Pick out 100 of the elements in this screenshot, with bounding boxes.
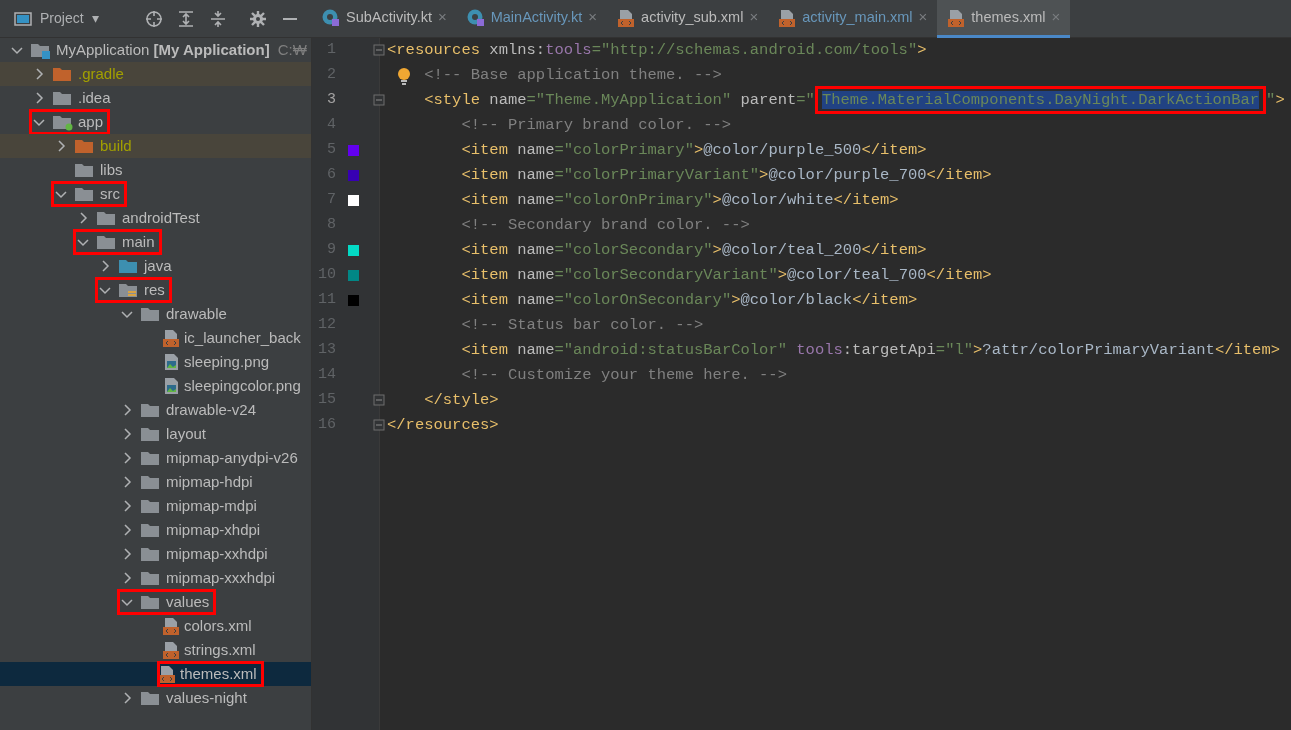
tree-item[interactable]: drawable [0, 302, 311, 326]
chevron-right-icon[interactable] [121, 404, 133, 416]
item-label: drawable-v24 [166, 399, 257, 420]
tree-item[interactable]: mipmap-xhdpi [0, 518, 311, 542]
tree-item[interactable]: build [0, 134, 311, 158]
tree-item[interactable]: ic_launcher_back [0, 326, 311, 350]
item-label: layout [166, 423, 207, 444]
chevron-right-icon[interactable] [121, 476, 133, 488]
line-number: 3 [326, 90, 336, 111]
item-label: libs [100, 159, 123, 180]
tree-item[interactable]: mipmap-anydpi-v26 [0, 446, 311, 470]
chevron-right-icon[interactable] [33, 92, 45, 104]
expand-all-icon[interactable] [176, 9, 195, 28]
chevron-right-icon[interactable] [121, 572, 133, 584]
project-view-dropdown[interactable]: Project ▾ [14, 8, 99, 29]
chevron-down-icon[interactable] [33, 116, 45, 128]
file-tab[interactable]: activity_main.xml × [768, 0, 938, 38]
tree-item[interactable]: drawable-v24 [0, 398, 311, 422]
folder-icon [74, 185, 96, 203]
chevron-right-icon[interactable] [77, 212, 89, 224]
crosshair-icon[interactable] [144, 9, 163, 28]
chevron-right-icon[interactable] [33, 68, 45, 80]
code-line: <style name="Theme.MyApplication" parent=" Theme.MaterialComponents.DayNight.DarkActionBar "> [424, 86, 1285, 114]
chevron-right-icon[interactable] [121, 524, 133, 536]
xml-file-icon [617, 8, 636, 27]
item-label: src [100, 183, 120, 204]
resource-folder-icon [118, 281, 140, 299]
item-label: mipmap-xhdpi [166, 519, 261, 540]
chevron-right-icon[interactable] [121, 428, 133, 440]
code-line: <!-- Customize your theme here. --> [461, 366, 787, 384]
item-label: mipmap-hdpi [166, 471, 253, 492]
chevron-down-icon[interactable] [11, 44, 23, 56]
settings-icon[interactable] [248, 9, 267, 28]
item-label: mipmap-xxhdpi [166, 543, 268, 564]
item-label: values-night [166, 687, 247, 708]
tree-item[interactable]: mipmap-hdpi [0, 470, 311, 494]
collapse-all-icon[interactable] [208, 9, 227, 28]
item-label: res [144, 279, 165, 300]
chevron-down-icon[interactable] [77, 236, 89, 248]
item-label: sleeping.png [184, 351, 270, 372]
code-line: <!-- Primary brand color. --> [461, 116, 732, 134]
annotation-box: Theme.MaterialComponents.DayNight.DarkActionBar [814, 86, 1267, 114]
item-label: MyApplication [My Application] [56, 39, 270, 60]
file-tab[interactable]: themes.xml × [937, 0, 1071, 38]
tree-item[interactable]: androidTest [0, 206, 311, 230]
folder-icon [140, 449, 162, 467]
tree-item[interactable]: mipmap-mdpi [0, 494, 311, 518]
lightbulb-icon[interactable] [397, 67, 411, 85]
tree-item[interactable]: values [0, 590, 311, 614]
chevron-right-icon[interactable] [121, 452, 133, 464]
xml-file-icon [162, 617, 180, 635]
tree-item[interactable]: java [0, 254, 311, 278]
tree-item[interactable]: colors.xml [0, 614, 311, 638]
code-line: <item name="colorOnSecondary">@color/black</item> [461, 291, 918, 309]
tree-item[interactable]: strings.xml [0, 638, 311, 662]
tree-item[interactable]: main [0, 230, 311, 254]
tree-item[interactable]: mipmap-xxhdpi [0, 542, 311, 566]
chevron-down-icon[interactable] [121, 596, 133, 608]
tree-item[interactable]: values-night [0, 686, 311, 710]
folder-icon [140, 689, 162, 707]
code-line: <item name="colorPrimaryVariant">@color/purple_700</item> [461, 166, 992, 184]
tree-item[interactable]: .gradle [0, 62, 311, 86]
chevron-down-icon[interactable] [99, 284, 111, 296]
item-label: mipmap-anydpi-v26 [166, 447, 298, 468]
chevron-down-icon[interactable] [55, 188, 67, 200]
chevron-right-icon[interactable] [121, 548, 133, 560]
tree-item[interactable]: MyApplication [My Application] C:₩ [0, 38, 311, 62]
tree-item[interactable]: mipmap-xxxhdpi [0, 566, 311, 590]
tree-item[interactable]: .idea [0, 86, 311, 110]
folder-icon [140, 473, 162, 491]
tree-item[interactable]: themes.xml [0, 662, 311, 686]
tree-item[interactable]: app [0, 110, 311, 134]
chevron-right-icon[interactable] [55, 140, 67, 152]
file-tab[interactable]: activity_sub.xml × [607, 0, 769, 38]
xml-file-icon [158, 665, 176, 683]
chevron-right-icon[interactable] [99, 260, 111, 272]
item-label: java [144, 255, 172, 276]
tree-item[interactable]: res [0, 278, 311, 302]
tree-item[interactable]: sleeping.png [0, 350, 311, 374]
chevron-right-icon[interactable] [121, 692, 133, 704]
item-label: colors.xml [184, 615, 252, 636]
tree-item[interactable]: libs [0, 158, 311, 182]
tree-item[interactable]: layout [0, 422, 311, 446]
folder-icon [140, 521, 162, 539]
item-label: sleepingcolor.png [184, 375, 301, 396]
tree-item[interactable]: sleepingcolor.png [0, 374, 311, 398]
chevron-right-icon[interactable] [121, 500, 133, 512]
code-line: <item name="colorSecondaryVariant">@color/teal_700</item> [461, 266, 992, 284]
xml-file-icon [947, 8, 966, 27]
folder-icon [140, 305, 162, 323]
chevron-down-icon[interactable] [121, 308, 133, 320]
file-tab[interactable]: MainActivity.kt × [456, 0, 608, 38]
folder-icon [74, 161, 96, 179]
image-file-icon [162, 353, 180, 371]
item-label: .idea [78, 87, 111, 108]
item-label: mipmap-xxxhdpi [166, 567, 276, 588]
folder-icon [52, 65, 74, 83]
file-tab[interactable]: SubActivity.kt × [312, 0, 457, 38]
tree-item[interactable]: src [0, 182, 311, 206]
folder-icon [140, 593, 162, 611]
